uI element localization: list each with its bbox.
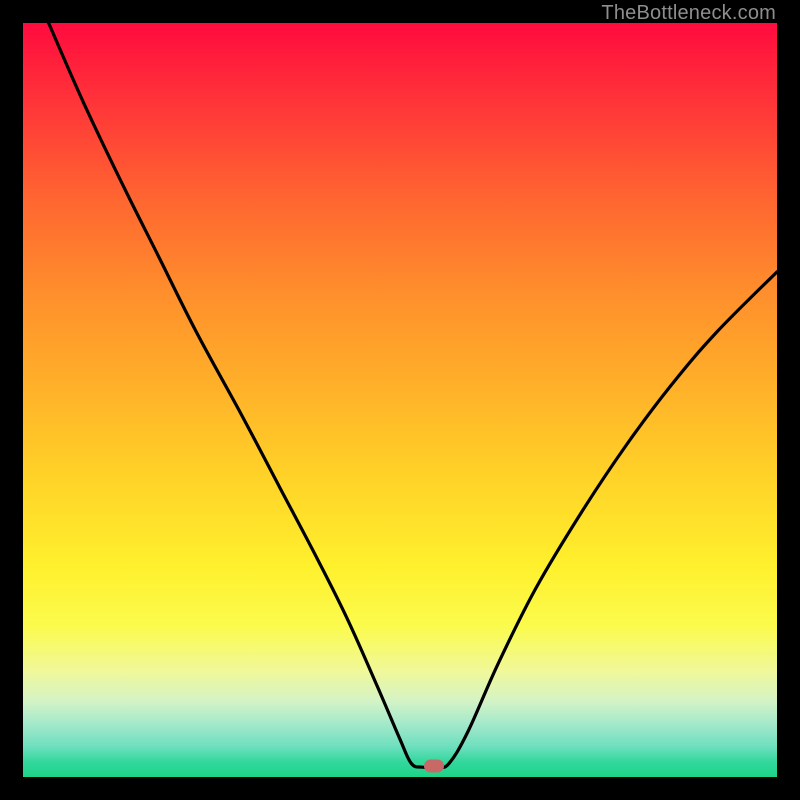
optimal-point-marker bbox=[424, 760, 444, 773]
attribution-label: TheBottleneck.com bbox=[601, 2, 776, 25]
plot-area bbox=[23, 23, 777, 777]
chart-frame: TheBottleneck.com bbox=[0, 0, 800, 800]
bottleneck-curve bbox=[23, 23, 777, 777]
